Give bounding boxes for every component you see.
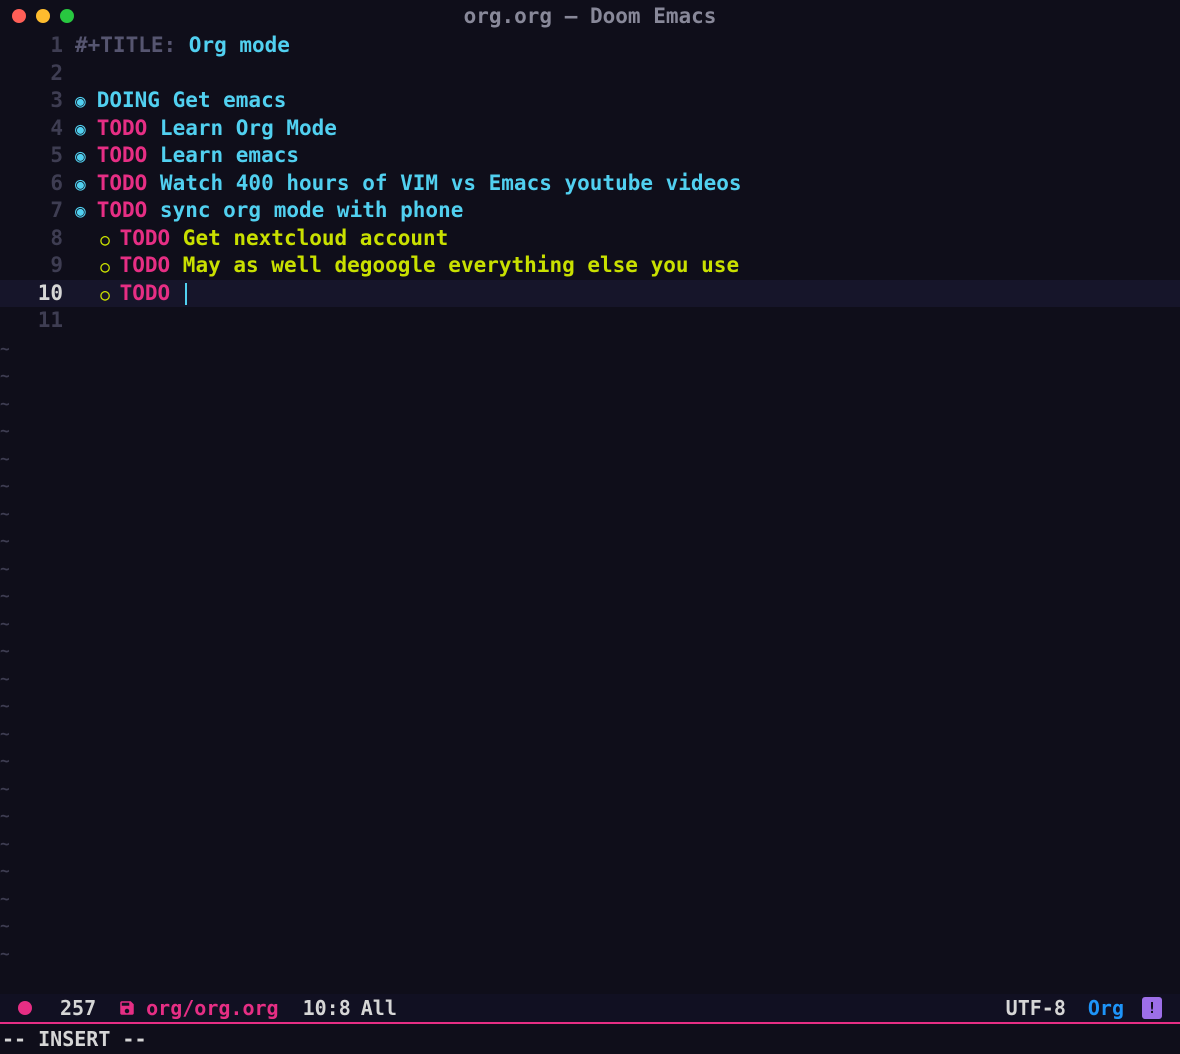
line-number: 5	[0, 142, 75, 170]
traffic-lights	[12, 9, 74, 23]
line-content[interactable]	[75, 307, 1180, 335]
line-content[interactable]: ◉ DOING Get emacs	[75, 87, 1180, 115]
save-icon	[118, 999, 136, 1017]
evil-state-indicator-icon	[18, 1001, 32, 1015]
line-number: 2	[0, 60, 75, 88]
code-line: 2	[0, 60, 1180, 88]
window-title: org.org – Doom Emacs	[464, 4, 717, 28]
line-number: 9	[0, 252, 75, 280]
line-content[interactable]: ◉ TODO sync org mode with phone	[75, 197, 1180, 225]
heading-bullet-icon: ◉	[75, 91, 97, 112]
buffer-view-percentage: All	[361, 996, 397, 1020]
subheading-bullet-icon: ○	[100, 230, 119, 249]
empty-line-indicators: ~~~~~~~~~~~~~~~~~~~~~~~	[0, 335, 10, 968]
heading-text: Get nextcloud account	[170, 226, 448, 250]
code-line: 9 ○ TODO May as well degoogle everything…	[0, 252, 1180, 280]
buffer-filepath[interactable]: org/org.org	[146, 996, 278, 1020]
line-number: 7	[0, 197, 75, 225]
line-number: 8	[0, 225, 75, 253]
evil-mode-state: -- INSERT --	[2, 1027, 147, 1051]
editor-area[interactable]: 1 #+TITLE: Org mode 2 3 ◉ DOING Get emac…	[0, 32, 1180, 996]
heading-text: Watch 400 hours of VIM vs Emacs youtube …	[147, 171, 741, 195]
heading-text: May as well degoogle everything else you…	[170, 253, 739, 277]
org-state-keyword: TODO	[97, 143, 148, 167]
org-state-keyword: TODO	[97, 171, 148, 195]
code-line: 1 #+TITLE: Org mode	[0, 32, 1180, 60]
flycheck-indicator-icon[interactable]: !	[1142, 997, 1162, 1019]
org-state-keyword: TODO	[120, 281, 171, 305]
org-state-keyword: TODO	[97, 116, 148, 140]
line-content[interactable]: ◉ TODO Learn emacs	[75, 142, 1180, 170]
heading-bullet-icon: ◉	[75, 201, 97, 222]
close-window-button[interactable]	[12, 9, 26, 23]
code-line: 7 ◉ TODO sync org mode with phone	[0, 197, 1180, 225]
line-content[interactable]	[75, 60, 1180, 88]
heading-text: Get emacs	[160, 88, 286, 112]
org-state-keyword: DOING	[97, 88, 160, 112]
heading-bullet-icon: ◉	[75, 146, 97, 167]
maximize-window-button[interactable]	[60, 9, 74, 23]
org-keyword: #+TITLE:	[75, 33, 189, 57]
code-line: 8 ○ TODO Get nextcloud account	[0, 225, 1180, 253]
heading-text: Learn Org Mode	[147, 116, 337, 140]
heading-text: sync org mode with phone	[147, 198, 463, 222]
heading-bullet-icon: ◉	[75, 119, 97, 140]
buffer-encoding[interactable]: UTF-8	[1006, 996, 1066, 1020]
line-number: 10	[0, 280, 75, 308]
line-content[interactable]: ○ TODO Get nextcloud account	[75, 225, 1180, 253]
buffer-size: 257	[60, 996, 96, 1020]
code-line: 10 ○ TODO	[0, 280, 1180, 308]
code-line: 11	[0, 307, 1180, 335]
text-cursor	[185, 283, 187, 305]
org-state-keyword: TODO	[120, 253, 171, 277]
line-content[interactable]: ○ TODO	[75, 280, 1180, 308]
major-mode[interactable]: Org	[1088, 996, 1124, 1020]
line-content[interactable]: #+TITLE: Org mode	[75, 32, 1180, 60]
line-content[interactable]: ○ TODO May as well degoogle everything e…	[75, 252, 1180, 280]
subheading-bullet-icon: ○	[100, 285, 119, 304]
line-number: 11	[0, 307, 75, 335]
line-number: 4	[0, 115, 75, 143]
code-line: 3 ◉ DOING Get emacs	[0, 87, 1180, 115]
line-content[interactable]: ◉ TODO Learn Org Mode	[75, 115, 1180, 143]
window-titlebar: org.org – Doom Emacs	[0, 0, 1180, 32]
org-state-keyword: TODO	[97, 198, 148, 222]
cursor-position: 10:8	[303, 996, 351, 1020]
subheading-bullet-icon: ○	[100, 257, 119, 276]
modeline: 257 org/org.org 10:8 All UTF-8 Org !	[0, 994, 1180, 1024]
heading-text: Learn emacs	[147, 143, 299, 167]
code-line: 4 ◉ TODO Learn Org Mode	[0, 115, 1180, 143]
minimize-window-button[interactable]	[36, 9, 50, 23]
org-state-keyword: TODO	[120, 226, 171, 250]
code-line: 5 ◉ TODO Learn emacs	[0, 142, 1180, 170]
line-number: 3	[0, 87, 75, 115]
heading-bullet-icon: ◉	[75, 174, 97, 195]
echo-area: -- INSERT --	[0, 1024, 1180, 1054]
org-title-value: Org mode	[189, 33, 290, 57]
heading-text	[170, 281, 187, 305]
line-content[interactable]: ◉ TODO Watch 400 hours of VIM vs Emacs y…	[75, 170, 1180, 198]
line-number: 6	[0, 170, 75, 198]
line-number: 1	[0, 32, 75, 60]
code-line: 6 ◉ TODO Watch 400 hours of VIM vs Emacs…	[0, 170, 1180, 198]
